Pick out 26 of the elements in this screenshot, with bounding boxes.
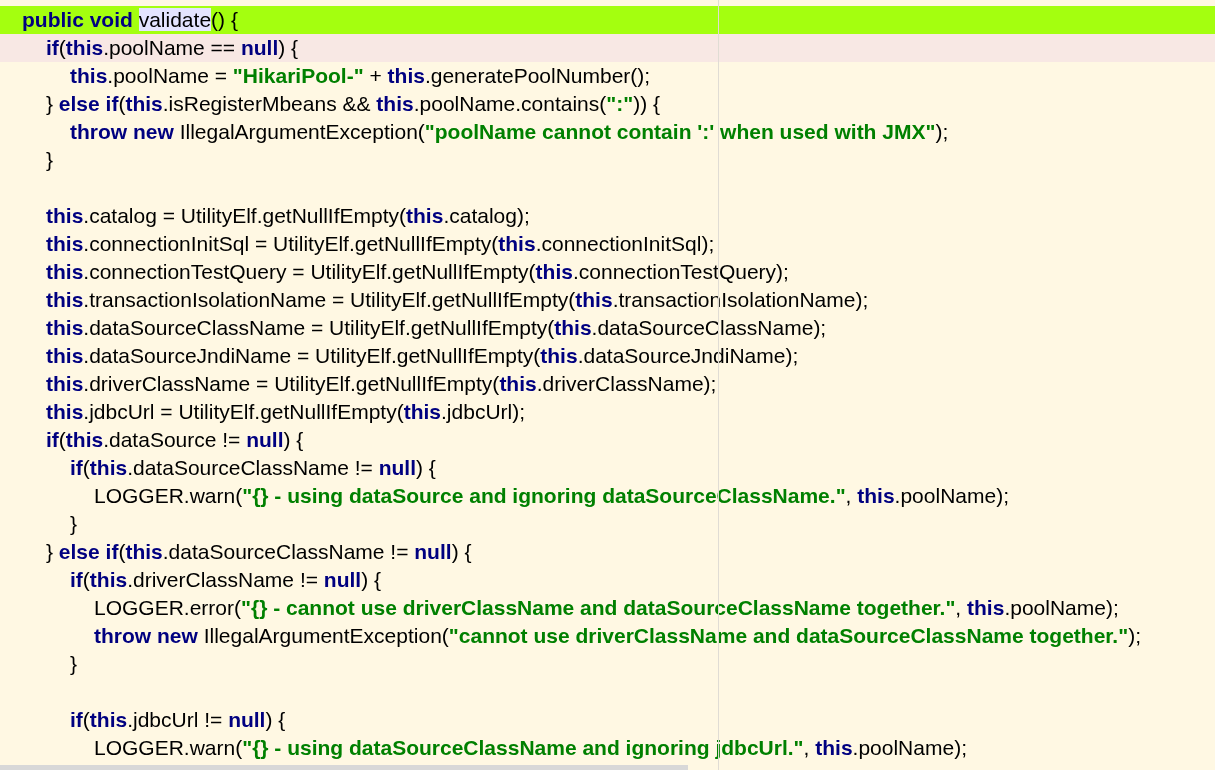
code-line: throw new IllegalArgumentException("cannot use driverClassName and dataSourceClassName together."); <box>94 623 1141 649</box>
code-line: if(this.driverClassName != null) { <box>70 567 381 593</box>
code-line: if(this.dataSource != null) { <box>46 427 304 453</box>
code-line: this.transactionIsolationName = UtilityElf.getNullIfEmpty(this.transactionIsolationName); <box>46 287 869 313</box>
code-line: if(this.jdbcUrl != null) { <box>70 707 286 733</box>
code-line: this.dataSourceJndiName = UtilityElf.getNullIfEmpty(this.dataSourceJndiName); <box>46 343 799 369</box>
code-line: if(this.poolName == null) { <box>46 35 299 61</box>
code-line: this.catalog = UtilityElf.getNullIfEmpty(this.catalog); <box>46 203 530 229</box>
code-line: this.dataSourceClassName = UtilityElf.getNullIfEmpty(this.dataSourceClassName); <box>46 315 827 341</box>
code-line: public void validate() { <box>22 7 238 33</box>
code-line: this.jdbcUrl = UtilityElf.getNullIfEmpty(this.jdbcUrl); <box>46 399 526 425</box>
code-line: LOGGER.warn("{} - using dataSourceClassName and ignoring jdbcUrl.", this.poolName); <box>94 735 967 761</box>
code-line: LOGGER.error("{} - cannot use driverClassName and dataSourceClassName together.", this.poolName); <box>94 595 1119 621</box>
code-line: LOGGER.warn("{} - using dataSource and ignoring dataSourceClassName.", this.poolName); <box>94 483 1009 509</box>
code-line: } <box>70 651 77 677</box>
code-line: throw new IllegalArgumentException("poolName cannot contain ':' when used with JMX"); <box>70 119 949 145</box>
code-line: this.driverClassName = UtilityElf.getNullIfEmpty(this.driverClassName); <box>46 371 717 397</box>
horizontal-scrollbar[interactable] <box>0 765 688 770</box>
code-line: this.connectionInitSql = UtilityElf.getNullIfEmpty(this.connectionInitSql); <box>46 231 715 257</box>
code-line: this.connectionTestQuery = UtilityElf.getNullIfEmpty(this.connectionTestQuery); <box>46 259 789 285</box>
code-line: } <box>70 511 77 537</box>
code-line: } else if(this.isRegisterMbeans && this.poolName.contains(":")) { <box>46 91 661 117</box>
code-line: if(this.dataSourceClassName != null) { <box>70 455 436 481</box>
code-line: this.poolName = "HikariPool-" + this.generatePoolNumber(); <box>70 63 651 89</box>
code-line: } <box>46 147 53 173</box>
code-line: } else if(this.dataSourceClassName != null) { <box>46 539 472 565</box>
